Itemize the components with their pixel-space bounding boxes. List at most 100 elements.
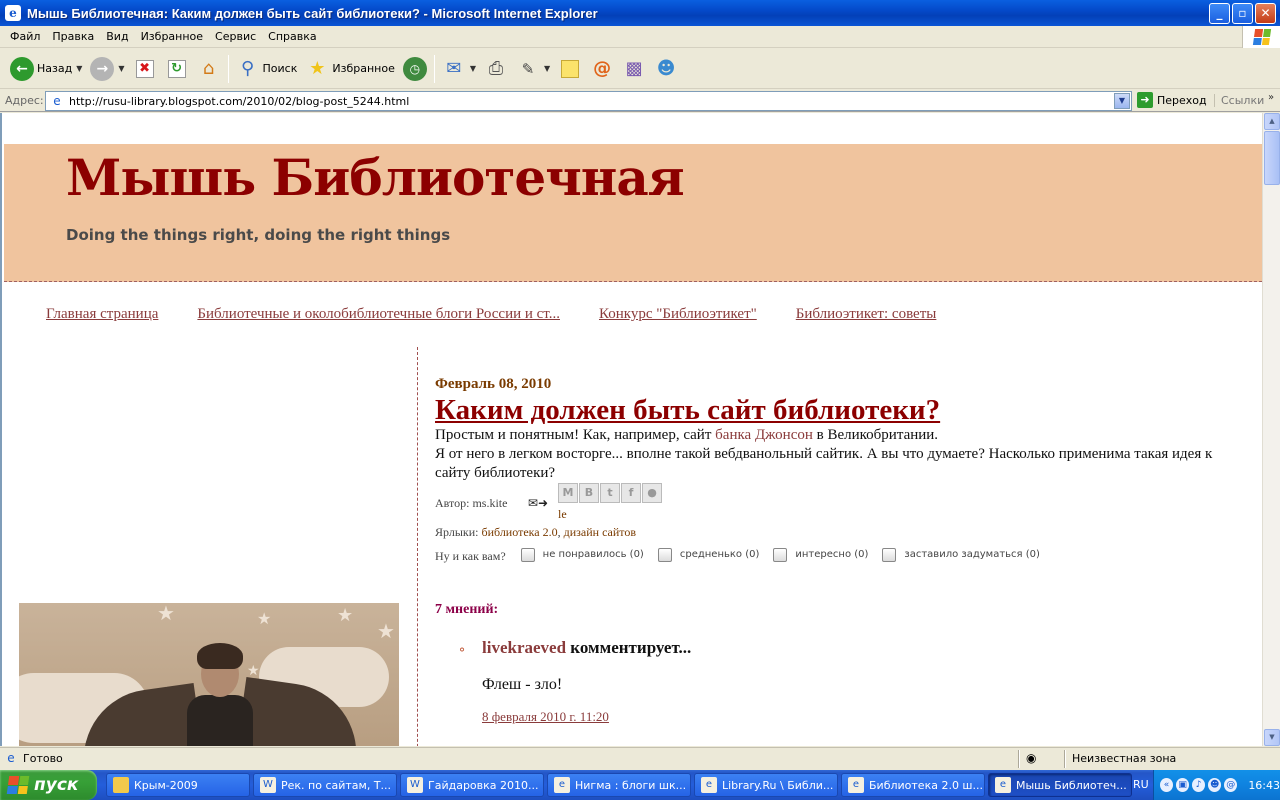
- volume-icon[interactable]: ♪: [1192, 778, 1206, 792]
- nav-link-tips[interactable]: Библиоэтикет: советы: [796, 306, 937, 323]
- facebook-share-icon[interactable]: f: [621, 483, 641, 503]
- reaction-checkbox[interactable]: [773, 547, 788, 562]
- menu-tools[interactable]: Сервис: [209, 30, 262, 43]
- menu-view[interactable]: Вид: [100, 30, 134, 43]
- windows-flag-icon: [1252, 29, 1271, 45]
- blog-title[interactable]: Мышь Библиотечная: [66, 148, 685, 207]
- forward-dropdown-icon[interactable]: ▼: [118, 64, 124, 73]
- scroll-thumb[interactable]: [1264, 131, 1280, 185]
- home-button[interactable]: ⌂: [193, 52, 225, 86]
- task-button[interactable]: e Библиотека 2.0 ш...: [841, 773, 985, 797]
- scroll-down-icon[interactable]: ▼: [1264, 729, 1280, 746]
- messenger-tray-icon[interactable]: ☻: [1208, 778, 1222, 792]
- nav-link-home[interactable]: Главная страница: [46, 306, 158, 323]
- comment-author-link[interactable]: livekraeved: [482, 638, 566, 657]
- mail-button[interactable]: ✉ ▼: [438, 52, 480, 86]
- profile-photo[interactable]: ★ ★ ★ ★ ★ ★: [19, 603, 399, 746]
- post-title[interactable]: Каким должен быть сайт библиотеки?: [435, 394, 1235, 426]
- comment-item: ⚬ livekraeved комментирует... Флеш - зло…: [457, 638, 1235, 725]
- comment-header: livekraeved комментирует...: [482, 638, 1235, 658]
- links-label[interactable]: Ссылки: [1214, 94, 1264, 107]
- address-bar: Адрес: e ▼ ➜ Переход Ссылки »: [0, 90, 1280, 112]
- menu-bar: Файл Правка Вид Избранное Сервис Справка: [0, 26, 1280, 48]
- reaction-checkbox[interactable]: [520, 547, 535, 562]
- reaction-option[interactable]: средненько (0): [657, 547, 760, 562]
- search-button[interactable]: ⚲ Поиск: [232, 52, 302, 86]
- task-button[interactable]: W Гайдаровка 2010...: [400, 773, 544, 797]
- links-chevron-icon[interactable]: »: [1268, 92, 1274, 103]
- back-button[interactable]: ← Назад ▼: [6, 52, 86, 86]
- window-title-bar[interactable]: e Мышь Библиотечная: Каким должен быть с…: [0, 0, 1280, 26]
- minimize-button[interactable]: _: [1209, 3, 1230, 24]
- tray-chevron-icon[interactable]: «: [1160, 778, 1174, 792]
- nav-link-contest[interactable]: Конкурс "Библиоэтикет": [599, 306, 757, 323]
- bank-link[interactable]: банка Джонсон: [715, 427, 813, 443]
- page-done-icon: e: [7, 750, 15, 765]
- refresh-button[interactable]: ↻: [161, 52, 193, 86]
- comment-timestamp[interactable]: 8 февраля 2010 г. 11:20: [482, 709, 1235, 725]
- email-post-icon[interactable]: ✉➜: [528, 496, 548, 511]
- ie-icon: e: [701, 777, 717, 793]
- label-link[interactable]: дизайн сайтов: [564, 525, 636, 539]
- reaction-label: не понравилось (0): [542, 549, 644, 560]
- reactions: Ну и как вам? не понравилось (0) среднен…: [435, 545, 1235, 564]
- back-dropdown-icon[interactable]: ▼: [76, 64, 82, 73]
- messenger-button[interactable]: ☻: [650, 52, 682, 86]
- twitter-share-icon[interactable]: t: [600, 483, 620, 503]
- language-indicator[interactable]: RU: [1133, 778, 1149, 791]
- task-button[interactable]: e Library.Ru \ Библи...: [694, 773, 838, 797]
- nav-link-blogs[interactable]: Библиотечные и околобиблиотечные блоги Р…: [197, 306, 560, 323]
- reaction-checkbox[interactable]: [882, 547, 897, 562]
- stop-button[interactable]: ✖: [129, 52, 161, 86]
- maximize-button[interactable]: ▫: [1232, 3, 1253, 24]
- label-link[interactable]: библиотека 2.0: [481, 525, 557, 539]
- menu-edit[interactable]: Правка: [46, 30, 100, 43]
- address-field[interactable]: e ▼: [45, 91, 1132, 111]
- ie-app-icon: e: [5, 5, 21, 21]
- gmail-share-icon[interactable]: M: [558, 483, 578, 503]
- mail-agent-button[interactable]: @: [586, 52, 618, 86]
- vertical-scrollbar[interactable]: ▲ ▼: [1262, 113, 1280, 746]
- blogger-share-icon[interactable]: B: [579, 483, 599, 503]
- task-button[interactable]: W Рек. по сайтам, Т...: [253, 773, 397, 797]
- search-label: Поиск: [262, 62, 298, 75]
- reaction-option[interactable]: заставило задуматься (0): [882, 547, 1040, 562]
- edit-button[interactable]: ✎ ▼: [512, 52, 554, 86]
- network-icon[interactable]: ▣: [1176, 778, 1190, 792]
- buzz-share-icon[interactable]: ●: [642, 483, 662, 503]
- history-button[interactable]: ◷: [399, 52, 431, 86]
- menu-help[interactable]: Справка: [262, 30, 322, 43]
- reaction-checkbox[interactable]: [657, 547, 672, 562]
- url-input[interactable]: [69, 94, 1109, 108]
- print-button[interactable]: ⎙: [480, 52, 512, 86]
- reaction-option[interactable]: интересно (0): [773, 547, 868, 562]
- task-button[interactable]: e Нигма : блоги шк...: [547, 773, 691, 797]
- window-controls: _ ▫ ✕: [1209, 3, 1276, 24]
- web-content: Мышь Библиотечная Doing the things right…: [0, 113, 1262, 746]
- favorites-button[interactable]: ★ Избранное: [301, 52, 398, 86]
- toolbar-separator: [433, 54, 435, 83]
- close-button[interactable]: ✕: [1255, 3, 1276, 24]
- start-button[interactable]: пуск: [0, 770, 97, 800]
- task-label: Библиотека 2.0 ш...: [869, 778, 983, 792]
- mail-agent-tray-icon[interactable]: @: [1224, 778, 1238, 792]
- menu-favorites[interactable]: Избранное: [135, 30, 209, 43]
- address-dropdown-icon[interactable]: ▼: [1114, 93, 1130, 109]
- menu-file[interactable]: Файл: [4, 30, 46, 43]
- refresh-icon: ↻: [165, 57, 189, 81]
- post-author: Автор: ms.kite: [435, 496, 508, 510]
- task-button-active[interactable]: e Мышь Библиотеч...: [988, 773, 1132, 797]
- scroll-up-icon[interactable]: ▲: [1264, 113, 1280, 130]
- reaction-option[interactable]: не понравилось (0): [520, 547, 644, 562]
- forward-button[interactable]: → ▼: [86, 52, 128, 86]
- research-button[interactable]: ▩: [618, 52, 650, 86]
- task-button[interactable]: Крым-2009: [106, 773, 250, 797]
- go-button[interactable]: ➜ Переход: [1137, 92, 1207, 108]
- edit-dropdown-icon[interactable]: ▼: [544, 64, 550, 73]
- mail-dropdown-icon[interactable]: ▼: [470, 64, 476, 73]
- reaction-label: средненько (0): [679, 549, 760, 560]
- toolbar-separator: [227, 54, 229, 83]
- figure-body: [187, 695, 253, 746]
- labels-prefix: Ярлыки:: [435, 525, 482, 539]
- notes-button[interactable]: [554, 52, 586, 86]
